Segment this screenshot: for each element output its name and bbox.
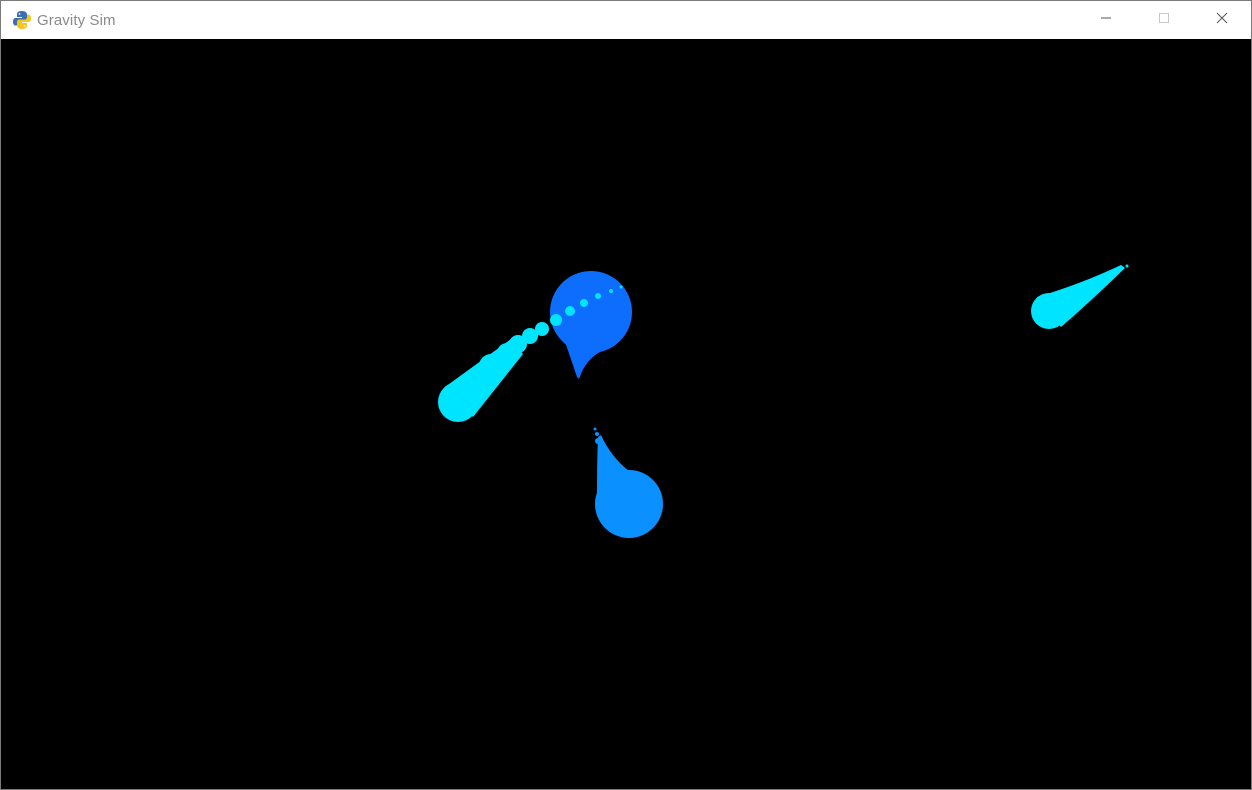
python-snake-icon [12,10,32,30]
simulation-canvas[interactable] [1,39,1251,789]
close-button[interactable] [1193,1,1251,39]
close-icon [1216,11,1228,29]
window-title: Gravity Sim [37,11,116,29]
title-bar[interactable]: Gravity Sim [1,1,1251,39]
window-controls [1077,1,1251,39]
cyan-body-right [1031,264,1129,329]
minimize-icon [1100,11,1112,29]
minimize-button[interactable] [1077,1,1135,39]
maximize-button[interactable] [1135,1,1193,39]
app-window: Gravity Sim [0,0,1252,790]
azure-body-bottom [593,427,663,538]
maximize-icon [1158,11,1170,29]
